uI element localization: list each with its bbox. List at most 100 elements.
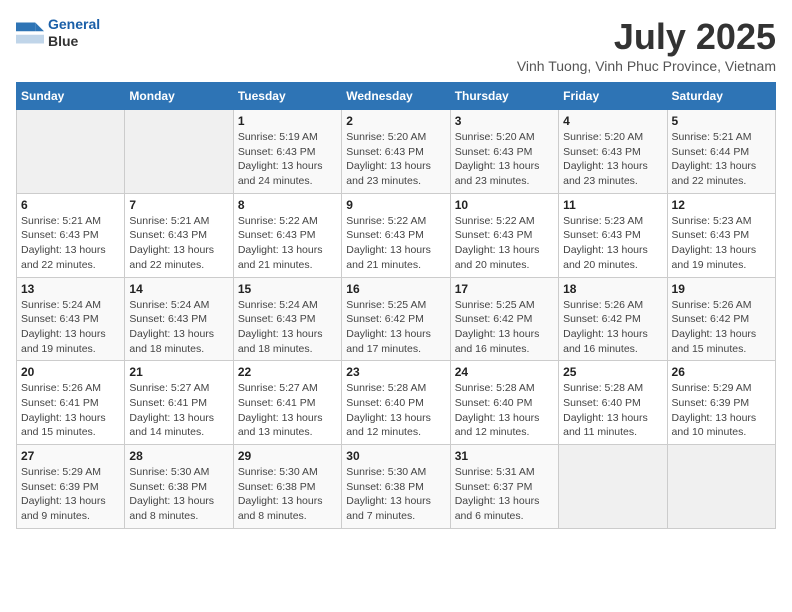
calendar-day-cell: 11 Sunrise: 5:23 AMSunset: 6:43 PMDayligh… [559, 193, 667, 277]
calendar-week-row: 27Sunrise: 5:29 AMSunset: 6:39 PMDayligh… [17, 445, 776, 529]
weekday-header-row: SundayMondayTuesdayWednesdayThursdayFrid… [17, 83, 776, 110]
day-number: 11 [563, 198, 662, 212]
calendar-day-cell: 17 Sunrise: 5:25 AMSunset: 6:42 PMDayligh… [450, 277, 558, 361]
day-number: 29 [238, 449, 337, 463]
calendar-day-cell: 23 Sunrise: 5:28 AMSunset: 6:40 PMDayligh… [342, 361, 450, 445]
day-number: 13 [21, 282, 120, 296]
day-info: Sunrise: 5:20 AMSunset: 6:43 PMDaylight:… [346, 130, 445, 189]
calendar-day-cell: 27Sunrise: 5:29 AMSunset: 6:39 PMDayligh… [17, 445, 125, 529]
day-info: Sunrise: 5:28 AMSunset: 6:40 PMDaylight:… [346, 381, 445, 440]
day-info: Sunrise: 5:19 AMSunset: 6:43 PMDaylight:… [238, 130, 337, 189]
calendar-day-cell [17, 110, 125, 194]
day-number: 5 [672, 114, 771, 128]
calendar-week-row: 20 Sunrise: 5:26 AMSunset: 6:41 PMDayligh… [17, 361, 776, 445]
day-number: 12 [672, 198, 771, 212]
day-number: 3 [455, 114, 554, 128]
day-info: Sunrise: 5:30 AMSunset: 6:38 PMDaylight:… [129, 465, 228, 524]
day-info: Sunrise: 5:26 AMSunset: 6:42 PMDaylight:… [672, 298, 771, 357]
calendar-day-cell: 2Sunrise: 5:20 AMSunset: 6:43 PMDaylight… [342, 110, 450, 194]
weekday-header-cell: Monday [125, 83, 233, 110]
day-number: 19 [672, 282, 771, 296]
calendar-day-cell: 12Sunrise: 5:23 AMSunset: 6:43 PMDayligh… [667, 193, 775, 277]
calendar-day-cell: 30 Sunrise: 5:30 AMSunset: 6:38 PMDayligh… [342, 445, 450, 529]
weekday-header-cell: Wednesday [342, 83, 450, 110]
day-number: 23 [346, 365, 445, 379]
day-info: Sunrise: 5:24 AMSunset: 6:43 PMDaylight:… [238, 298, 337, 357]
day-number: 10 [455, 198, 554, 212]
day-info: Sunrise: 5:29 AMSunset: 6:39 PMDaylight:… [672, 381, 771, 440]
calendar-day-cell: 10 Sunrise: 5:22 AMSunset: 6:43 PMDayligh… [450, 193, 558, 277]
day-info: Sunrise: 5:24 AMSunset: 6:43 PMDaylight:… [21, 298, 120, 357]
day-info: Sunrise: 5:22 AMSunset: 6:43 PMDaylight:… [455, 214, 554, 273]
calendar-body: 1 Sunrise: 5:19 AMSunset: 6:43 PMDaylight… [17, 110, 776, 529]
calendar-day-cell: 21 Sunrise: 5:27 AMSunset: 6:41 PMDayligh… [125, 361, 233, 445]
day-number: 18 [563, 282, 662, 296]
weekday-header-cell: Friday [559, 83, 667, 110]
day-info: Sunrise: 5:28 AMSunset: 6:40 PMDaylight:… [455, 381, 554, 440]
calendar-day-cell [667, 445, 775, 529]
day-number: 20 [21, 365, 120, 379]
calendar-week-row: 13 Sunrise: 5:24 AMSunset: 6:43 PMDayligh… [17, 277, 776, 361]
day-number: 22 [238, 365, 337, 379]
calendar-day-cell: 3Sunrise: 5:20 AMSunset: 6:43 PMDaylight… [450, 110, 558, 194]
calendar-day-cell: 15 Sunrise: 5:24 AMSunset: 6:43 PMDayligh… [233, 277, 341, 361]
page-header: General Blue July 2025 Vinh Tuong, Vinh … [16, 16, 776, 74]
day-info: Sunrise: 5:25 AMSunset: 6:42 PMDaylight:… [455, 298, 554, 357]
logo: General Blue [16, 16, 100, 50]
calendar-day-cell: 19 Sunrise: 5:26 AMSunset: 6:42 PMDayligh… [667, 277, 775, 361]
calendar-day-cell: 29 Sunrise: 5:30 AMSunset: 6:38 PMDayligh… [233, 445, 341, 529]
calendar-day-cell: 14 Sunrise: 5:24 AMSunset: 6:43 PMDayligh… [125, 277, 233, 361]
calendar-day-cell: 4Sunrise: 5:20 AMSunset: 6:43 PMDaylight… [559, 110, 667, 194]
calendar-day-cell: 8 Sunrise: 5:22 AMSunset: 6:43 PMDaylight… [233, 193, 341, 277]
day-number: 16 [346, 282, 445, 296]
day-info: Sunrise: 5:24 AMSunset: 6:43 PMDaylight:… [129, 298, 228, 357]
calendar-day-cell: 25Sunrise: 5:28 AMSunset: 6:40 PMDayligh… [559, 361, 667, 445]
day-info: Sunrise: 5:21 AMSunset: 6:43 PMDaylight:… [129, 214, 228, 273]
day-info: Sunrise: 5:26 AMSunset: 6:41 PMDaylight:… [21, 381, 120, 440]
day-info: Sunrise: 5:22 AMSunset: 6:43 PMDaylight:… [238, 214, 337, 273]
logo-line2: Blue [48, 33, 100, 50]
day-number: 27 [21, 449, 120, 463]
weekday-header-cell: Tuesday [233, 83, 341, 110]
day-number: 15 [238, 282, 337, 296]
day-number: 31 [455, 449, 554, 463]
day-number: 1 [238, 114, 337, 128]
day-info: Sunrise: 5:22 AMSunset: 6:43 PMDaylight:… [346, 214, 445, 273]
day-info: Sunrise: 5:30 AMSunset: 6:38 PMDaylight:… [346, 465, 445, 524]
title-block: July 2025 Vinh Tuong, Vinh Phuc Province… [517, 16, 776, 74]
calendar-day-cell: 26Sunrise: 5:29 AMSunset: 6:39 PMDayligh… [667, 361, 775, 445]
day-number: 4 [563, 114, 662, 128]
calendar-day-cell: 20 Sunrise: 5:26 AMSunset: 6:41 PMDayligh… [17, 361, 125, 445]
calendar-day-cell: 13 Sunrise: 5:24 AMSunset: 6:43 PMDayligh… [17, 277, 125, 361]
day-info: Sunrise: 5:27 AMSunset: 6:41 PMDaylight:… [238, 381, 337, 440]
main-title: July 2025 [517, 16, 776, 58]
day-number: 25 [563, 365, 662, 379]
day-number: 21 [129, 365, 228, 379]
subtitle: Vinh Tuong, Vinh Phuc Province, Vietnam [517, 58, 776, 74]
weekday-header-cell: Sunday [17, 83, 125, 110]
day-number: 14 [129, 282, 228, 296]
day-info: Sunrise: 5:23 AMSunset: 6:43 PMDaylight:… [563, 214, 662, 273]
calendar-day-cell: 1 Sunrise: 5:19 AMSunset: 6:43 PMDaylight… [233, 110, 341, 194]
calendar-day-cell [125, 110, 233, 194]
day-info: Sunrise: 5:27 AMSunset: 6:41 PMDaylight:… [129, 381, 228, 440]
calendar-day-cell: 18Sunrise: 5:26 AMSunset: 6:42 PMDayligh… [559, 277, 667, 361]
day-info: Sunrise: 5:21 AMSunset: 6:44 PMDaylight:… [672, 130, 771, 189]
day-info: Sunrise: 5:31 AMSunset: 6:37 PMDaylight:… [455, 465, 554, 524]
logo-text: General Blue [48, 16, 100, 50]
day-info: Sunrise: 5:30 AMSunset: 6:38 PMDaylight:… [238, 465, 337, 524]
day-number: 30 [346, 449, 445, 463]
day-info: Sunrise: 5:25 AMSunset: 6:42 PMDaylight:… [346, 298, 445, 357]
weekday-header-cell: Thursday [450, 83, 558, 110]
calendar-day-cell [559, 445, 667, 529]
day-info: Sunrise: 5:21 AMSunset: 6:43 PMDaylight:… [21, 214, 120, 273]
calendar-day-cell: 31 Sunrise: 5:31 AMSunset: 6:37 PMDayligh… [450, 445, 558, 529]
day-number: 6 [21, 198, 120, 212]
calendar-week-row: 1 Sunrise: 5:19 AMSunset: 6:43 PMDaylight… [17, 110, 776, 194]
day-number: 8 [238, 198, 337, 212]
calendar-day-cell: 16 Sunrise: 5:25 AMSunset: 6:42 PMDayligh… [342, 277, 450, 361]
calendar-day-cell: 9Sunrise: 5:22 AMSunset: 6:43 PMDaylight… [342, 193, 450, 277]
day-number: 24 [455, 365, 554, 379]
day-number: 28 [129, 449, 228, 463]
day-number: 17 [455, 282, 554, 296]
